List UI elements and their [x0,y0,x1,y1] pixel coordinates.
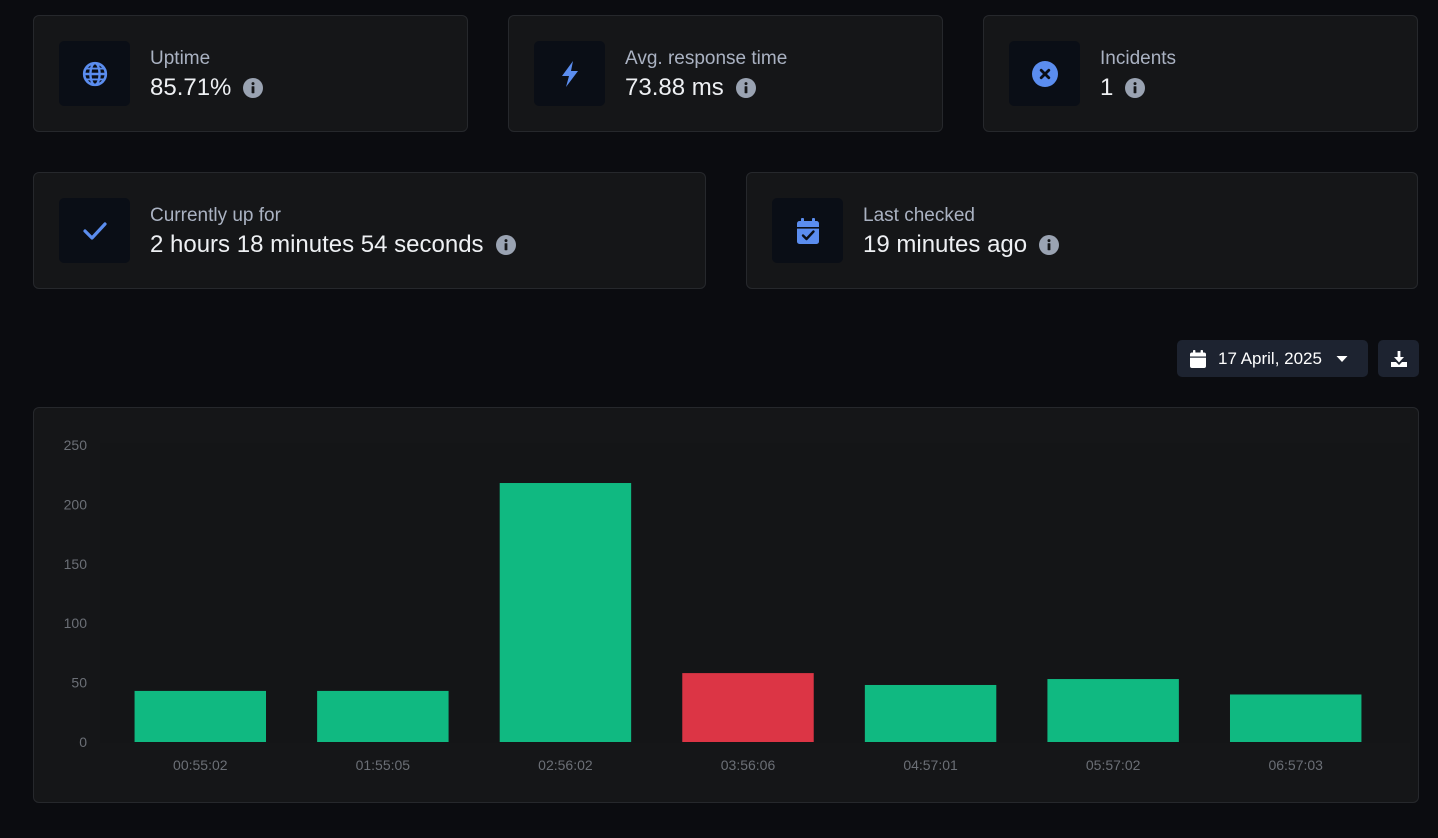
stat-value: 1 [1100,74,1114,101]
date-picker-button[interactable]: 17 April, 2025 [1177,340,1368,377]
stat-value: 73.88 ms [625,74,724,101]
info-icon[interactable] [243,78,264,98]
check-icon [82,221,107,240]
globe-icon [82,61,107,86]
chart-bar-02-56-02[interactable] [499,483,632,742]
x-tick-label: 05:57:02 [1086,757,1141,773]
x-tick-label: 00:55:02 [173,757,228,773]
calendar-check-icon-box [772,198,843,263]
chart-bar-01-55-05[interactable] [317,690,449,742]
response-time-chart-card: 0 50 100 150 200 250 00:55:02 01:55:05 02:56:02… [33,407,1419,803]
stat-label: Avg. response time [625,48,788,69]
x-tick-label: 01:55:05 [356,757,411,773]
chart-bar-00-55-02[interactable] [134,690,267,742]
calendar-icon [1190,349,1206,368]
y-tick-label: 50 [71,675,87,691]
x-tick-label: 06:57:03 [1268,757,1323,773]
info-icon[interactable] [1039,235,1060,255]
stat-value-row: 19 minutes ago [863,231,1060,259]
globe-icon-box [59,41,130,106]
y-tick-label: 100 [64,615,88,631]
x-tick-label: 03:56:06 [721,757,776,773]
chart-bar-03-56-06[interactable] [682,673,814,742]
bolt-icon [561,60,578,87]
chart-bar-04-57-01[interactable] [864,684,997,742]
info-icon[interactable] [495,235,516,255]
stat-label: Last checked [863,205,975,226]
stat-label: Uptime [150,48,211,69]
stat-value-row: 85.71% [150,74,264,102]
x-tick-label: 04:57:01 [903,757,958,773]
stat-value-row: 2 hours 18 minutes 54 seconds [150,231,516,259]
check-icon-box [59,198,130,263]
stat-value-row: 1 [1100,74,1146,102]
stat-card-last-checked: Last checked 19 minutes ago [746,172,1418,289]
circle-x-icon-box [1009,41,1080,106]
info-icon[interactable] [735,78,756,98]
response-time-bar-chart: 0 50 100 150 200 250 00:55:02 01:55:05 02:56:02… [64,437,1410,773]
stat-card-uptime: Uptime 85.71% [33,15,468,132]
info-icon[interactable] [1125,78,1146,98]
circle-x-icon [1031,60,1058,87]
download-icon [1390,350,1407,367]
chart-bar-06-57-03[interactable] [1229,694,1362,742]
chart-bar-05-57-02[interactable] [1047,679,1179,742]
y-tick-label: 200 [64,496,88,512]
stat-card-response-time: Avg. response time 73.88 ms [508,15,943,132]
date-picker-label: 17 April, 2025 [1218,348,1322,368]
y-tick-label: 250 [64,437,88,453]
stat-value: 19 minutes ago [863,231,1028,258]
y-tick-label: 150 [64,556,88,572]
caret-down-icon [1336,355,1348,362]
stat-value-row: 73.88 ms [625,74,756,102]
bolt-icon-box [534,41,605,106]
stat-label: Currently up for [150,205,281,226]
stat-value: 2 hours 18 minutes 54 seconds [150,231,484,258]
stat-value: 85.71% [150,74,232,101]
download-button[interactable] [1378,340,1419,377]
stat-card-current-uptime: Currently up for 2 hours 18 minutes 54 s… [33,172,706,289]
x-tick-label: 02:56:02 [538,757,593,773]
stat-card-incidents: Incidents 1 [983,15,1418,132]
calendar-check-icon [796,217,819,244]
stat-label: Incidents [1100,48,1177,69]
y-tick-label: 0 [79,734,87,750]
